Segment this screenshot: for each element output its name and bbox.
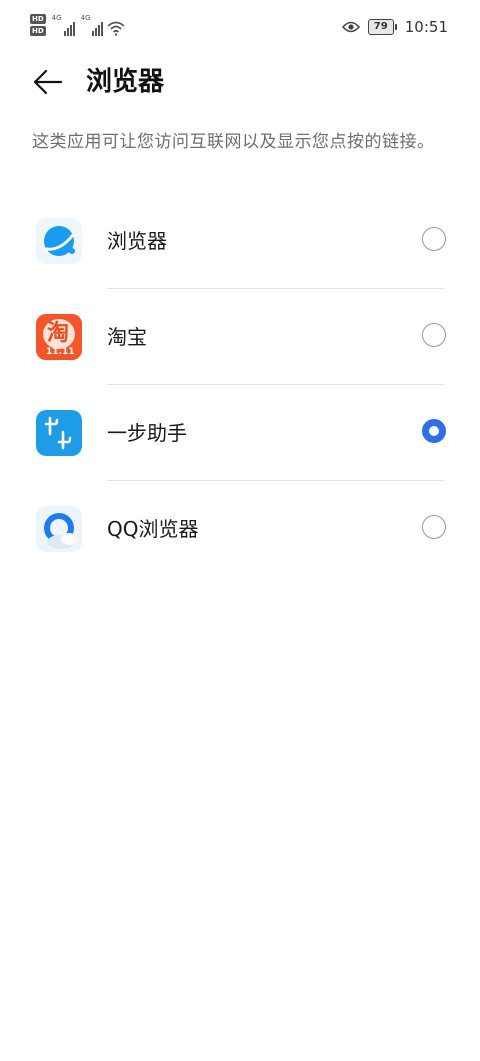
app-name: QQ浏览器	[107, 517, 199, 541]
taobao-glyph: 淘	[47, 321, 70, 346]
description-text: 这类应用可让您访问互联网以及显示您点按的链接。	[32, 132, 435, 152]
app-name: 浏览器	[107, 229, 167, 253]
radio-button[interactable]	[422, 323, 446, 347]
wifi-icon	[107, 21, 126, 36]
signal-icon: 4G	[81, 14, 104, 36]
app-bar: 浏览器	[0, 58, 480, 106]
radio-button-selected[interactable]	[422, 419, 446, 443]
battery-icon: 79	[367, 19, 397, 35]
signal-icon: 4G	[52, 14, 75, 36]
radio-button[interactable]	[422, 227, 446, 251]
huawei-browser-icon	[36, 218, 82, 264]
list-item-browser[interactable]: 浏览器	[0, 193, 480, 289]
clock: 10:51	[404, 18, 448, 36]
back-arrow-icon	[33, 69, 63, 95]
list-item-qq-browser[interactable]: QQ浏览器	[0, 481, 480, 577]
hd-badge: HD	[30, 14, 46, 24]
qq-browser-icon	[36, 506, 82, 552]
page-title: 浏览器	[86, 67, 165, 97]
hd-badge: HD	[30, 26, 46, 36]
taobao-badge: 11.11	[46, 347, 75, 357]
app-list: 浏览器 淘 11.11 淘宝 一步助手 QQ浏览器	[0, 193, 480, 577]
list-item-taobao[interactable]: 淘 11.11 淘宝	[0, 289, 480, 385]
list-item-yibu-assistant[interactable]: 一步助手	[0, 385, 480, 481]
status-right: 79 10:51	[341, 18, 448, 36]
eye-icon	[341, 21, 360, 33]
radio-button[interactable]	[422, 515, 446, 539]
app-name: 一步助手	[107, 421, 187, 445]
app-name: 淘宝	[107, 325, 147, 349]
yibu-assistant-icon	[36, 410, 82, 456]
back-button[interactable]	[28, 64, 68, 100]
status-left: HD HD 4G 4G	[30, 14, 126, 36]
status-bar: HD HD 4G 4G 79 10:51	[0, 0, 480, 58]
taobao-icon: 淘 11.11	[36, 314, 82, 360]
